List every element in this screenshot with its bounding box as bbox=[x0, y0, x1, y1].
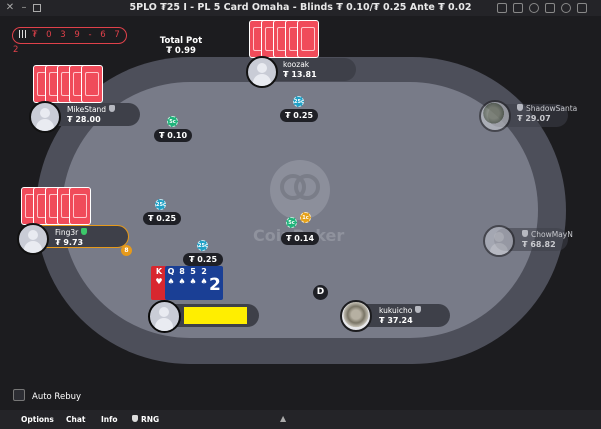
player-stack: ₮ 9.73 bbox=[55, 238, 84, 247]
timebank-badge: 8 bbox=[121, 245, 132, 256]
chip-25c: 25c bbox=[293, 96, 304, 107]
table-grid-icon[interactable] bbox=[497, 3, 507, 13]
player-name-row: kukuicho bbox=[379, 306, 422, 315]
layout-icon[interactable] bbox=[513, 3, 523, 13]
player-stack: ₮ 68.82 bbox=[522, 240, 556, 249]
player-stack: ₮ 28.00 bbox=[67, 115, 101, 124]
auto-rebuy-toggle[interactable]: Auto Rebuy bbox=[13, 389, 81, 402]
player-name: ChowMayN bbox=[531, 230, 573, 239]
rng-label: RNG bbox=[141, 415, 160, 424]
player-name-row: MikeStand bbox=[67, 105, 116, 114]
options-button[interactable]: Options bbox=[21, 415, 54, 424]
shield-icon bbox=[132, 415, 138, 422]
poker-table-window: ✕ – 5PLO ₮25 I - PL 5 Card Omaha - Blind… bbox=[0, 0, 601, 429]
shield-icon bbox=[81, 228, 88, 235]
fing3r-hole-cards bbox=[21, 187, 93, 225]
hero-timer-bar bbox=[184, 307, 247, 324]
player-name-row: ShadowSanta bbox=[517, 104, 577, 113]
player-name: koozak bbox=[283, 60, 310, 69]
chat-button[interactable]: Chat bbox=[66, 415, 86, 424]
bet-koozak: ₮ 0.25 bbox=[280, 109, 318, 122]
player-stack: ₮ 13.81 bbox=[283, 70, 317, 79]
player-name-row: ChowMayN bbox=[522, 230, 573, 239]
rng-button[interactable]: RNG bbox=[132, 415, 159, 424]
chevron-up-icon[interactable]: ▲ bbox=[280, 414, 286, 423]
total-pot-label: Total Pot bbox=[159, 36, 203, 46]
shield-icon bbox=[415, 306, 422, 313]
card-back bbox=[81, 65, 103, 103]
card-back bbox=[297, 20, 319, 58]
auto-rebuy-checkbox[interactable] bbox=[13, 389, 25, 401]
chip-1c: 1c bbox=[300, 212, 311, 223]
shield-icon bbox=[109, 105, 116, 112]
player-name: kukuicho bbox=[379, 306, 413, 315]
chip-5c: 5c bbox=[286, 217, 297, 228]
window-title: 5PLO ₮25 I - PL 5 Card Omaha - Blinds ₮ … bbox=[129, 2, 472, 13]
player-stack: ₮ 37.24 bbox=[379, 316, 413, 325]
table-id-badge[interactable]: ₮ 0 3 9 - 6 7 2 bbox=[12, 27, 127, 55]
expand-icon[interactable] bbox=[577, 3, 587, 13]
bet-fing3r: ₮ 0.25 bbox=[143, 212, 181, 225]
avatar bbox=[246, 56, 278, 88]
settings-icon[interactable] bbox=[561, 3, 571, 13]
info-button[interactable]: Info bbox=[101, 415, 118, 424]
player-name: Fing3r bbox=[55, 228, 79, 237]
avatar bbox=[17, 223, 49, 255]
bottom-bar: Options Chat Info RNG ▲ bbox=[0, 410, 601, 429]
avatar bbox=[29, 101, 61, 133]
chip-25c: 25c bbox=[197, 240, 208, 251]
avatar bbox=[479, 100, 511, 132]
notes-icon[interactable] bbox=[545, 3, 555, 13]
chip-25c: 25c bbox=[155, 199, 166, 210]
player-name-row: Fing3r bbox=[55, 228, 88, 237]
table-id: ₮ 0 3 9 - 6 7 2 bbox=[13, 30, 123, 55]
koozak-hole-cards bbox=[249, 20, 321, 58]
auto-rebuy-label: Auto Rebuy bbox=[32, 392, 82, 402]
card-back bbox=[69, 187, 91, 225]
title-bar: ✕ – 5PLO ₮25 I - PL 5 Card Omaha - Blind… bbox=[0, 0, 601, 16]
sitout-icon bbox=[522, 230, 528, 237]
table-grid-icon bbox=[19, 30, 28, 38]
history-icon[interactable] bbox=[529, 3, 539, 13]
avatar bbox=[483, 225, 515, 257]
player-name: ShadowSanta bbox=[526, 104, 578, 113]
player-name: MikeStand bbox=[67, 105, 107, 114]
avatar bbox=[148, 300, 181, 333]
total-pot-value: ₮ 0.99 bbox=[166, 46, 196, 56]
hand-card-count: 2 bbox=[209, 275, 221, 295]
bet-center: ₮ 0.14 bbox=[281, 232, 319, 245]
coinpoker-logo bbox=[270, 160, 330, 220]
avatar bbox=[340, 300, 372, 332]
player-stack: ₮ 29.07 bbox=[517, 114, 551, 123]
dealer-button: D bbox=[313, 285, 328, 300]
chip-5c: 5c bbox=[167, 116, 178, 127]
bet-hero: ₮ 0.25 bbox=[183, 253, 223, 266]
bet-mikestand: ₮ 0.10 bbox=[154, 129, 192, 142]
sitout-icon bbox=[517, 104, 523, 111]
mikestand-hole-cards bbox=[33, 65, 105, 103]
